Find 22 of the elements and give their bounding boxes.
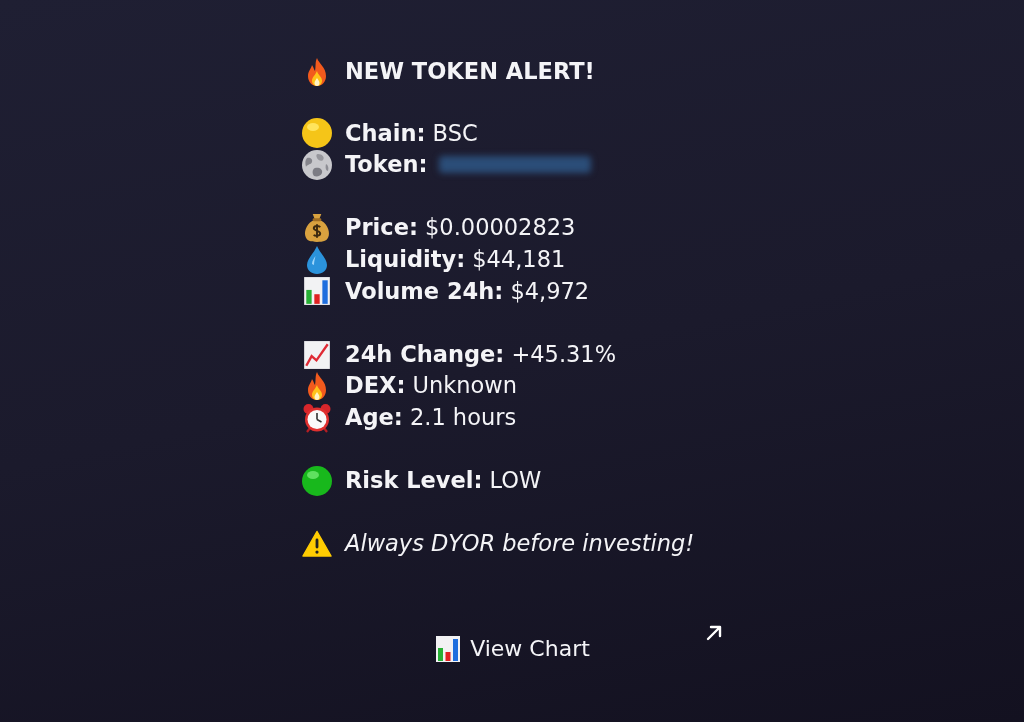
line-chart-icon [302, 339, 332, 370]
detail-label: Token: [345, 150, 428, 180]
money-bag-icon [302, 213, 332, 244]
detail-line: DEX: Unknown [345, 371, 517, 401]
warning-icon [302, 529, 332, 560]
detail-line: Chain: BSC [345, 118, 478, 148]
detail-line: Volume 24h: $4,972 [345, 276, 590, 306]
alarm-clock-icon [302, 402, 332, 433]
detail-line: 24h Change: +45.31% [345, 339, 617, 369]
bar-chart-icon [302, 276, 332, 307]
detail-line: Age: 2.1 hours [345, 402, 517, 432]
arrow-up-right-icon [706, 624, 722, 641]
view-chart-button[interactable]: View Chart [296, 620, 728, 677]
globe-icon [302, 150, 332, 180]
circle-icon [302, 465, 332, 496]
detail-line: Liquidity: $44,181 [345, 244, 566, 274]
alert-title: NEW TOKEN ALERT! [345, 57, 595, 86]
circle-icon [302, 118, 332, 149]
bar-chart-icon [434, 634, 463, 663]
detail-line: Risk Level: LOW [345, 466, 542, 496]
disclaimer-text: Always DYOR before investing! [345, 529, 695, 559]
detail-line: Price: $0.00002823 [345, 213, 576, 243]
